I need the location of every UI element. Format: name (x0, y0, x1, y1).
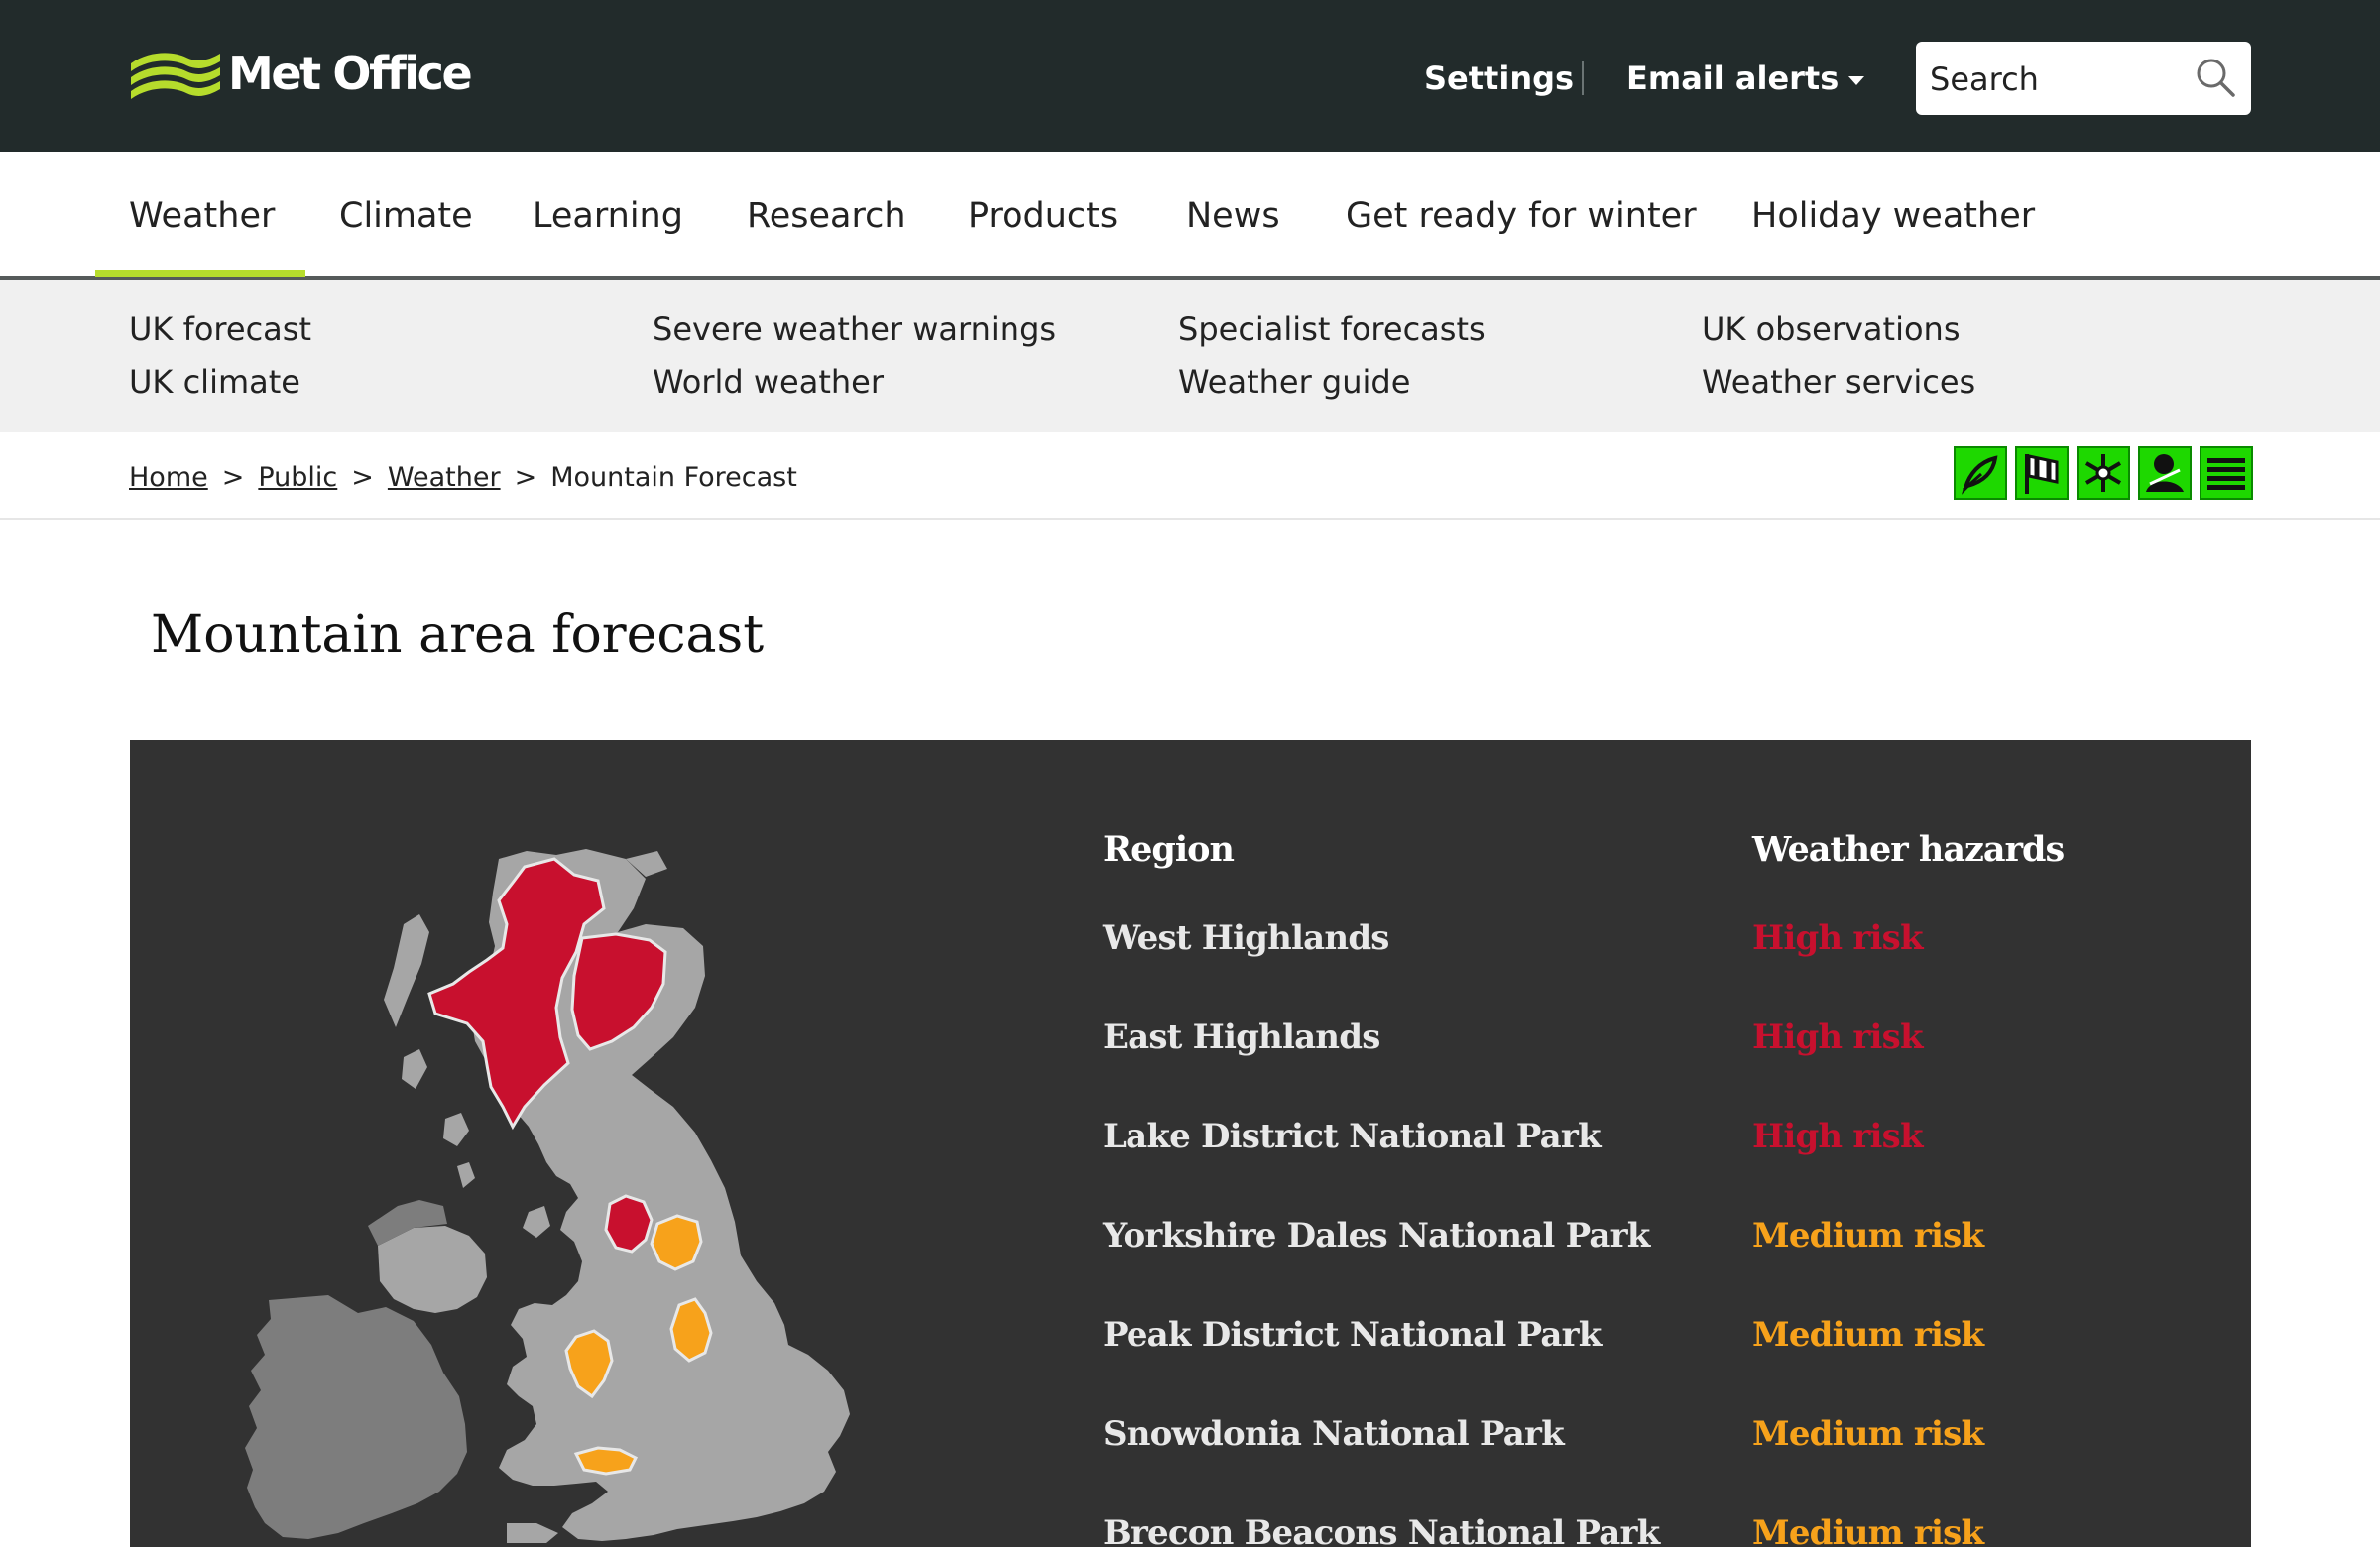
logo-waves-icon (131, 53, 220, 99)
breadcrumb-separator: > (221, 462, 245, 493)
email-alerts-label: Email alerts (1626, 60, 1840, 97)
main-nav: Weather Climate Learning Research Produc… (0, 152, 2380, 280)
map-region-brecon-beacons (573, 1446, 639, 1476)
subnav-weather-services[interactable]: Weather services (1702, 362, 1975, 402)
page-title: Mountain area forecast (151, 605, 765, 664)
region-east-highlands[interactable]: East Highlands (1103, 1017, 1380, 1057)
subnav-uk-observations[interactable]: UK observations (1702, 309, 1961, 349)
subnav-world-weather[interactable]: World weather (653, 362, 884, 402)
breadcrumb-weather[interactable]: Weather (388, 462, 501, 493)
nav-weather[interactable]: Weather (129, 152, 275, 276)
hazard-snowdonia[interactable]: Medium risk (1752, 1414, 1984, 1454)
nav-climate[interactable]: Climate (339, 152, 473, 276)
sub-nav: UK forecast UK climate Severe weather wa… (0, 280, 2380, 432)
map-region-yorkshire-dales (650, 1214, 703, 1271)
leaf-icon[interactable] (1954, 446, 2007, 500)
search-icon[interactable] (2194, 56, 2237, 99)
region-lake-district[interactable]: Lake District National Park (1103, 1117, 1602, 1156)
settings-link[interactable]: Settings (1424, 54, 1574, 103)
flag-icon[interactable] (2015, 446, 2069, 500)
subnav-uk-forecast[interactable]: UK forecast (129, 309, 311, 349)
forecast-panel: Region Weather hazards West Highlands Hi… (130, 740, 2251, 1553)
logo-text: Met Office (228, 47, 473, 100)
breadcrumb-public[interactable]: Public (258, 462, 337, 493)
map-ireland (245, 1295, 467, 1539)
nav-holiday-weather[interactable]: Holiday weather (1751, 152, 2035, 276)
nav-research[interactable]: Research (747, 152, 906, 276)
hazard-yorkshire-dales[interactable]: Medium risk (1752, 1216, 1984, 1255)
nav-news[interactable]: News (1186, 152, 1280, 276)
breadcrumb-separator: > (351, 462, 374, 493)
region-west-highlands[interactable]: West Highlands (1103, 918, 1389, 958)
breadcrumb-home[interactable]: Home (129, 462, 208, 493)
breadcrumb-separator: > (514, 462, 537, 493)
top-bar: Met Office Settings Email alerts (0, 0, 2380, 152)
nav-learning[interactable]: Learning (533, 152, 683, 276)
search-input[interactable] (1928, 42, 2190, 117)
subnav-specialist-forecasts[interactable]: Specialist forecasts (1178, 309, 1486, 349)
figure-icon[interactable] (2138, 446, 2192, 500)
breadcrumb-bar: Home > Public > Weather > Mountain Forecast (0, 432, 2380, 520)
nav-active-indicator (95, 270, 305, 277)
uk-map (209, 829, 1062, 1547)
hazard-lake-district[interactable]: High risk (1752, 1117, 1924, 1156)
region-column-header: Region (1103, 829, 1235, 870)
nav-get-ready-for-winter[interactable]: Get ready for winter (1346, 152, 1697, 276)
subnav-weather-guide[interactable]: Weather guide (1178, 362, 1410, 402)
subnav-uk-climate[interactable]: UK climate (129, 362, 300, 402)
snowflake-icon[interactable] (2077, 446, 2130, 500)
hazard-east-highlands[interactable]: High risk (1752, 1017, 1924, 1057)
met-office-logo[interactable]: Met Office (127, 40, 473, 115)
search-box (1916, 42, 2251, 117)
map-northern-ireland (378, 1226, 487, 1313)
hazard-column-header: Weather hazards (1752, 829, 2065, 870)
hazard-peak-district[interactable]: Medium risk (1752, 1315, 1984, 1355)
nav-products[interactable]: Products (968, 152, 1118, 276)
region-yorkshire-dales[interactable]: Yorkshire Dales National Park (1103, 1216, 1650, 1255)
header-divider (1582, 61, 1584, 95)
region-brecon-beacons[interactable]: Brecon Beacons National Park (1103, 1513, 1660, 1553)
region-peak-district[interactable]: Peak District National Park (1103, 1315, 1602, 1355)
hazard-west-highlands[interactable]: High risk (1752, 918, 1924, 958)
menu-icon[interactable] (2200, 446, 2253, 500)
hazard-brecon-beacons[interactable]: Medium risk (1752, 1513, 1984, 1553)
breadcrumb: Home > Public > Weather > Mountain Forecast (129, 458, 797, 498)
breadcrumb-current: Mountain Forecast (550, 462, 797, 493)
region-snowdonia[interactable]: Snowdonia National Park (1103, 1414, 1565, 1454)
email-alerts-dropdown[interactable]: Email alerts (1626, 54, 1865, 103)
subnav-severe-weather-warnings[interactable]: Severe weather warnings (653, 309, 1056, 349)
chevron-down-icon (1848, 75, 1865, 85)
